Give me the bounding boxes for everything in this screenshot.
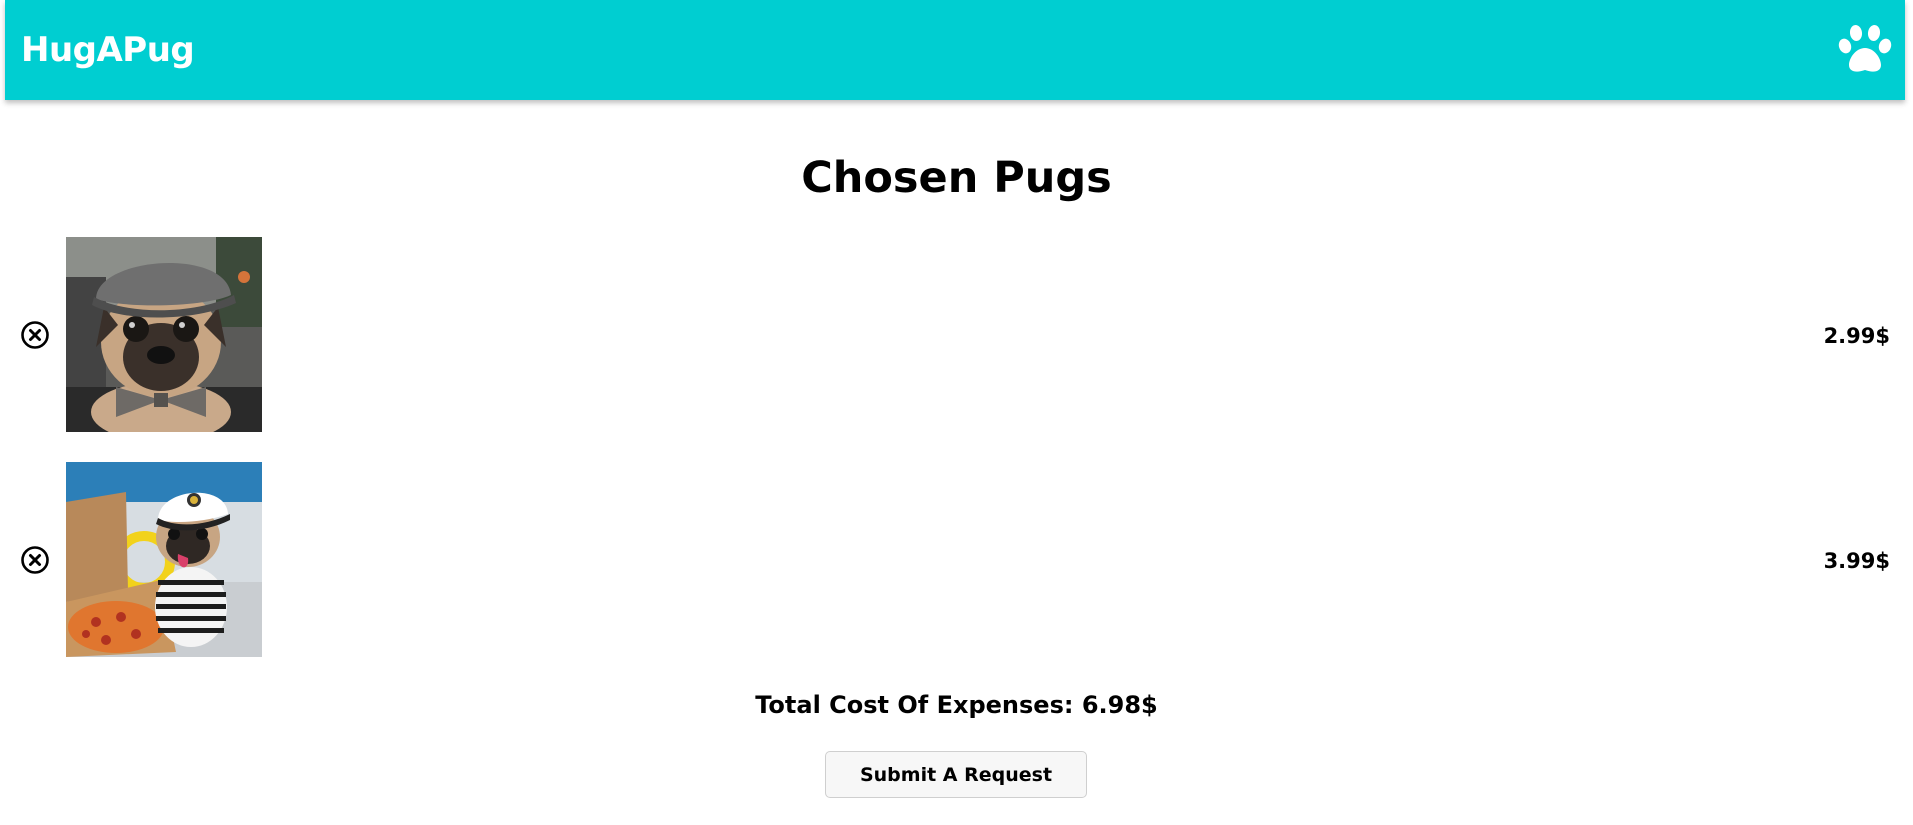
pug-image <box>66 462 262 657</box>
remove-circle-x-icon[interactable] <box>20 320 50 350</box>
remove-circle-x-icon[interactable] <box>20 545 50 575</box>
item-price: 2.99$ <box>1823 324 1890 348</box>
total-cost-value: 6.98$ <box>1081 691 1158 719</box>
submit-request-button[interactable]: Submit A Request <box>825 751 1087 798</box>
item-price: 3.99$ <box>1823 549 1890 573</box>
navbar: HugAPug <box>5 0 1905 100</box>
total-cost: Total Cost Of Expenses: 6.98$ <box>0 688 1913 722</box>
paw-icon[interactable] <box>1838 24 1892 74</box>
cart-item: 2.99$ <box>0 237 1913 432</box>
total-cost-label: Total Cost Of Expenses: <box>755 691 1074 719</box>
pug-image <box>66 237 262 432</box>
cart-item: 3.99$ <box>0 462 1913 657</box>
page-title: Chosen Pugs <box>801 153 1112 203</box>
page: HugAPug Chosen Pugs 2.99$ 3.99$ Total Co… <box>0 0 1913 825</box>
brand-logo[interactable]: HugAPug <box>21 30 195 70</box>
